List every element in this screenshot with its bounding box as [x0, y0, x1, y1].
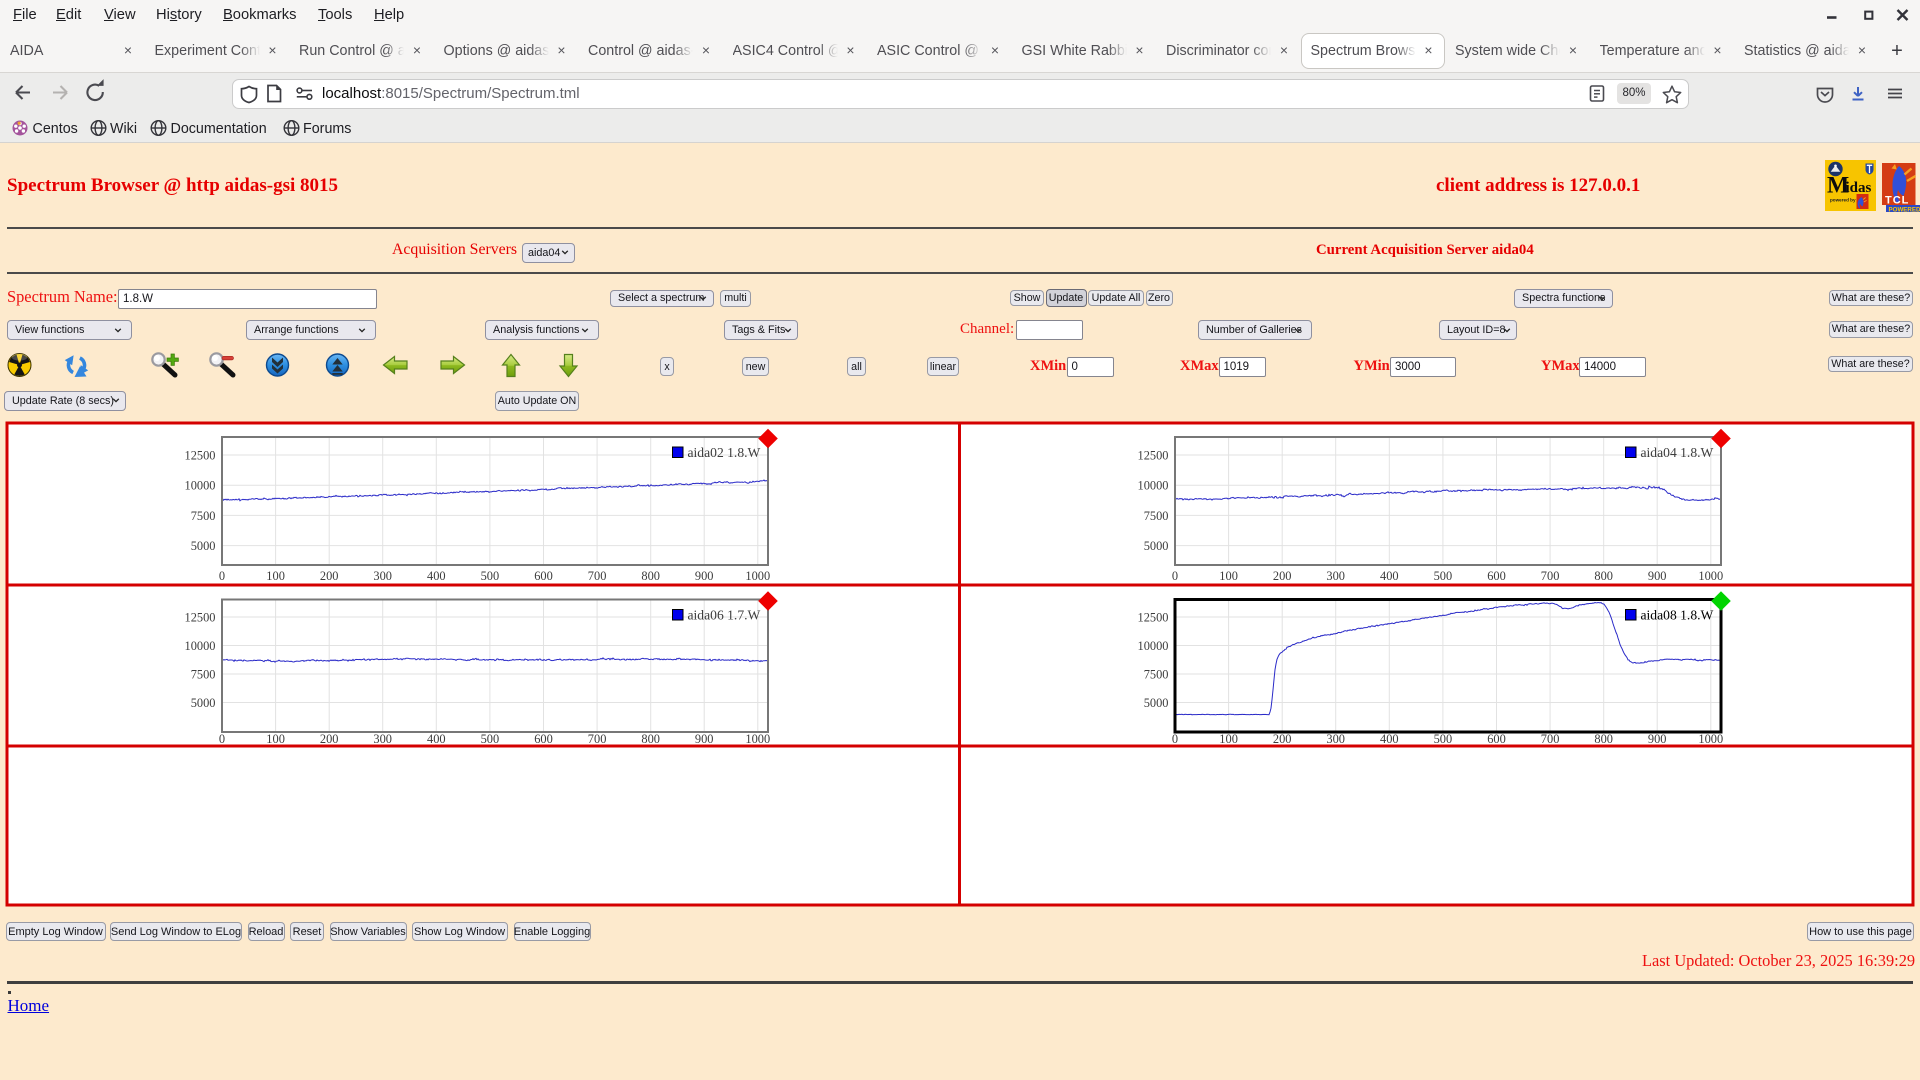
svg-text:10000: 10000: [1138, 479, 1169, 493]
svg-text:aida02 1.8.W: aida02 1.8.W: [688, 445, 761, 460]
svg-text:700: 700: [1541, 569, 1560, 583]
svg-text:800: 800: [641, 569, 660, 583]
svg-text:600: 600: [1487, 569, 1506, 583]
svg-text:10000: 10000: [185, 639, 216, 653]
svg-text:500: 500: [1434, 569, 1453, 583]
svg-text:1000: 1000: [745, 569, 770, 583]
svg-text:0: 0: [1172, 569, 1178, 583]
svg-text:300: 300: [1326, 569, 1345, 583]
svg-text:1000: 1000: [745, 732, 770, 746]
svg-text:10000: 10000: [185, 479, 216, 493]
svg-text:1000: 1000: [1698, 732, 1723, 746]
svg-text:12500: 12500: [185, 611, 216, 625]
svg-text:400: 400: [427, 569, 446, 583]
svg-text:7500: 7500: [191, 509, 216, 523]
svg-text:10000: 10000: [1138, 639, 1169, 653]
svg-text:300: 300: [373, 569, 392, 583]
svg-text:100: 100: [266, 732, 285, 746]
svg-text:600: 600: [1487, 732, 1506, 746]
svg-text:aida04 1.8.W: aida04 1.8.W: [1641, 445, 1714, 460]
svg-text:400: 400: [427, 732, 446, 746]
svg-text:500: 500: [481, 732, 500, 746]
svg-text:5000: 5000: [191, 696, 216, 710]
svg-text:900: 900: [695, 732, 714, 746]
svg-text:900: 900: [1648, 732, 1667, 746]
svg-text:12500: 12500: [1138, 449, 1169, 463]
svg-text:700: 700: [1541, 732, 1560, 746]
svg-text:600: 600: [534, 732, 553, 746]
svg-text:600: 600: [534, 569, 553, 583]
svg-text:5000: 5000: [1144, 696, 1169, 710]
svg-text:800: 800: [1594, 569, 1613, 583]
svg-text:200: 200: [320, 569, 339, 583]
svg-text:5000: 5000: [1144, 539, 1169, 553]
svg-text:100: 100: [1219, 732, 1238, 746]
svg-text:12500: 12500: [185, 449, 216, 463]
svg-text:0: 0: [219, 732, 225, 746]
svg-text:12500: 12500: [1138, 611, 1169, 625]
svg-text:400: 400: [1380, 569, 1399, 583]
svg-text:400: 400: [1380, 732, 1399, 746]
svg-text:100: 100: [1219, 569, 1238, 583]
svg-text:300: 300: [1326, 732, 1345, 746]
svg-text:0: 0: [1172, 732, 1178, 746]
svg-text:900: 900: [695, 569, 714, 583]
svg-text:200: 200: [320, 732, 339, 746]
svg-text:800: 800: [641, 732, 660, 746]
svg-text:300: 300: [373, 732, 392, 746]
svg-text:7500: 7500: [191, 668, 216, 682]
svg-text:200: 200: [1273, 569, 1292, 583]
svg-text:700: 700: [588, 569, 607, 583]
svg-text:700: 700: [588, 732, 607, 746]
svg-text:0: 0: [219, 569, 225, 583]
svg-text:5000: 5000: [191, 539, 216, 553]
svg-text:aida06 1.7.W: aida06 1.7.W: [688, 608, 761, 623]
svg-text:100: 100: [266, 569, 285, 583]
svg-text:900: 900: [1648, 569, 1667, 583]
svg-text:7500: 7500: [1144, 509, 1169, 523]
svg-text:aida08 1.8.W: aida08 1.8.W: [1641, 608, 1714, 623]
svg-text:200: 200: [1273, 732, 1292, 746]
svg-text:1000: 1000: [1698, 569, 1723, 583]
svg-text:500: 500: [1434, 732, 1453, 746]
svg-text:500: 500: [481, 569, 500, 583]
svg-text:7500: 7500: [1144, 668, 1169, 682]
svg-text:800: 800: [1594, 732, 1613, 746]
